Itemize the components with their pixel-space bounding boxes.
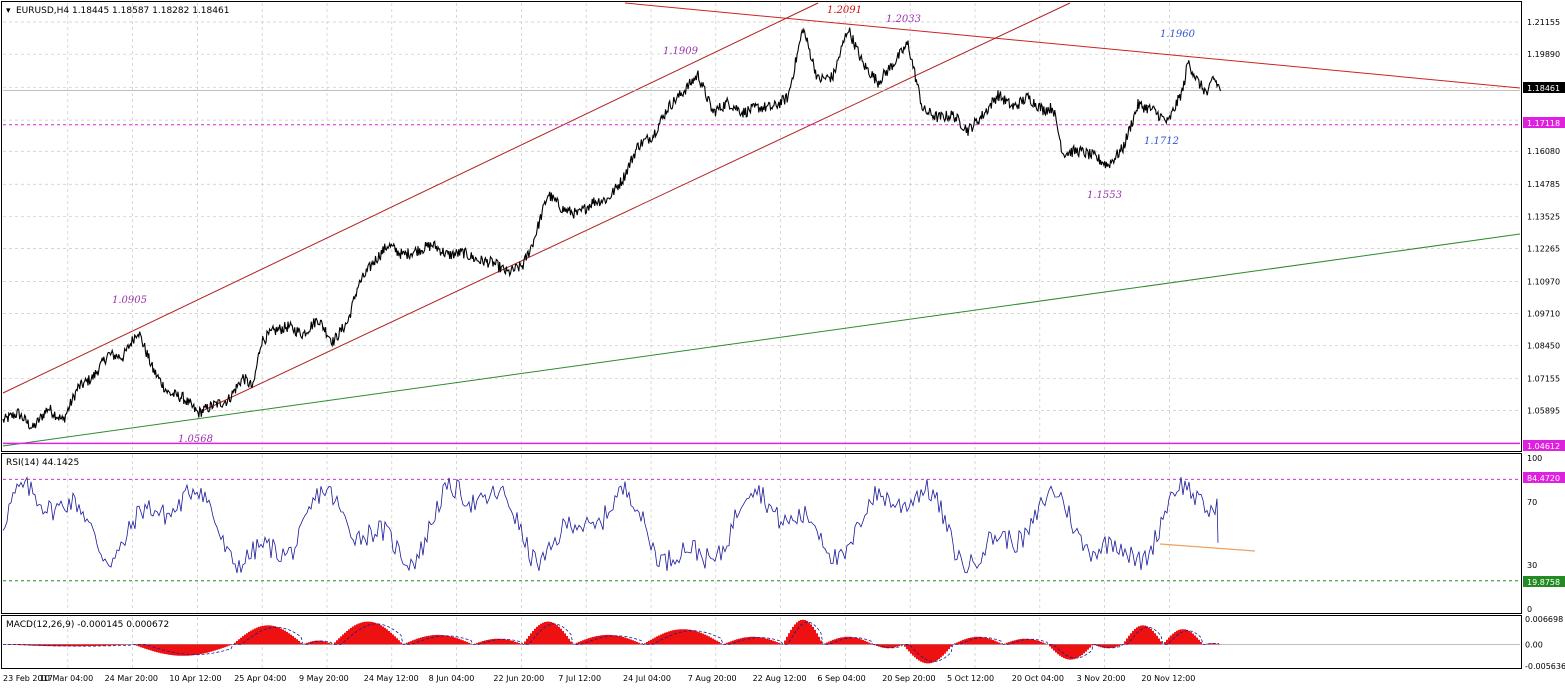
price-annotation: 1.2033 (886, 14, 921, 25)
macd-tick-label: 0.006698 (1525, 615, 1563, 624)
annotations: 1.0905 1.0568 1.1909 1.2091 1.2033 1.1960 1.17… (112, 5, 1196, 445)
resistance-line (624, 2, 1521, 89)
y-tick-label: 1.09710 (1527, 309, 1560, 318)
main-pane-border (1, 1, 1522, 452)
price-tag-current: 1.18461 (1523, 82, 1565, 93)
rsi-header: RSI(14) 44.1425 (6, 458, 79, 468)
svg-text:1.04612: 1.04612 (1527, 442, 1560, 451)
y-tick-label: 1.16080 (1527, 147, 1560, 156)
macd-tick-label: 0.00 (1525, 640, 1543, 649)
main-header: EURUSD,H4 1.18445 1.18587 1.18282 1.1846… (16, 6, 229, 16)
x-tick-label: 9 May 20:00 (299, 674, 349, 683)
rsi-tick-label: 70 (1527, 498, 1537, 507)
x-tick-label: 7 Jul 12:00 (558, 674, 601, 683)
x-tick-label: 20 Nov 12:00 (1141, 674, 1195, 683)
trend-lines (2, 2, 1521, 447)
x-tick-label: 24 Mar 20:00 (105, 674, 158, 683)
main-header-icon: ▾ (6, 6, 11, 16)
y-tick-label: 1.12265 (1527, 244, 1560, 253)
x-tick-label: 6 Sep 04:00 (817, 674, 865, 683)
price-annotation: 1.2091 (827, 5, 862, 16)
price-series (2, 27, 1222, 430)
y-tick-label: 1.05895 (1527, 407, 1560, 416)
svg-text:84.4720: 84.4720 (1527, 474, 1560, 483)
price-annotation: 1.1553 (1087, 190, 1122, 201)
x-tick-label: 3 Nov 20:00 (1077, 674, 1126, 683)
rsi-pane-border (1, 453, 1522, 614)
y-tick-label: 1.10970 (1527, 277, 1560, 286)
rsi-trendline (1159, 543, 1256, 552)
macd-series (3, 619, 1520, 664)
rsi-tag-high: 84.4720 (1523, 472, 1565, 483)
price-tag-level1: 1.17118 (1523, 117, 1565, 128)
rsi-tag-low: 19.8758 (1523, 576, 1565, 587)
x-tick-label: 7 Aug 20:00 (688, 674, 737, 683)
price-line (2, 27, 1222, 430)
svg-text:19.8758: 19.8758 (1527, 578, 1560, 587)
macd-tick-label: -0.005636 (1525, 662, 1565, 671)
x-tick-label: 22 Aug 12:00 (753, 674, 807, 683)
x-tick-label: 20 Sep 20:00 (882, 674, 935, 683)
axis-labels: 23 Feb 201710 Mar 04:00 24 Mar 20:00 10 Ap… (3, 18, 1565, 683)
svg-text:1.17118: 1.17118 (1527, 119, 1560, 128)
price-annotation: 1.1909 (663, 46, 699, 57)
price-annotation: 1.0905 (112, 295, 147, 306)
chart-svg: 23 Feb 201710 Mar 04:00 24 Mar 20:00 10 Ap… (1, 1, 1565, 683)
y-tick-label: 1.13525 (1527, 212, 1560, 221)
support-line (2, 233, 1521, 447)
y-tick-label: 1.19890 (1527, 50, 1560, 59)
x-tick-label: 8 Jun 04:00 (429, 674, 475, 683)
chart-root: 23 Feb 2017 10 Mar 04:00 24 Mar 20:00 10 Ap… (0, 0, 1565, 688)
y-tick-label: 1.07155 (1527, 375, 1560, 384)
rsi-tick-label: 100 (1527, 454, 1542, 463)
price-annotation: 1.1712 (1144, 136, 1179, 147)
x-tick-label: 5 Oct 12:00 (947, 674, 994, 683)
rsi-tick-label: 30 (1527, 561, 1537, 570)
rsi-tick-label: 0 (1527, 605, 1532, 614)
x-tick-label: 24 May 12:00 (364, 674, 419, 683)
svg-text:1.18461: 1.18461 (1527, 84, 1560, 93)
macd-header: MACD(12,26,9) -0.000145 0.000672 (6, 620, 169, 630)
price-annotation: 1.1960 (1160, 29, 1196, 40)
x-tick-label: 20 Oct 04:00 (1012, 674, 1064, 683)
channel-upper (2, 2, 819, 394)
x-tick-label: 25 Apr 04:00 (234, 674, 286, 683)
x-tick-label: 10 Apr 12:00 (169, 674, 221, 683)
y-tick-label: 1.08450 (1527, 342, 1560, 351)
y-tick-label: 1.14785 (1527, 180, 1560, 189)
grid (3, 3, 1520, 668)
macd-histogram (4, 619, 1220, 664)
y-tick-label: 1.21155 (1527, 18, 1560, 27)
rsi-line (2, 476, 1219, 574)
price-annotation: 1.0568 (178, 434, 213, 445)
rsi-series (2, 476, 1520, 582)
price-tag-level2: 1.04612 (1523, 440, 1565, 451)
x-tick-label: 10 Mar 04:00 (40, 674, 93, 683)
x-tick-label: 22 Jun 20:00 (493, 674, 544, 683)
channel-lower (199, 2, 1071, 413)
x-tick-label: 24 Jul 04:00 (623, 674, 671, 683)
